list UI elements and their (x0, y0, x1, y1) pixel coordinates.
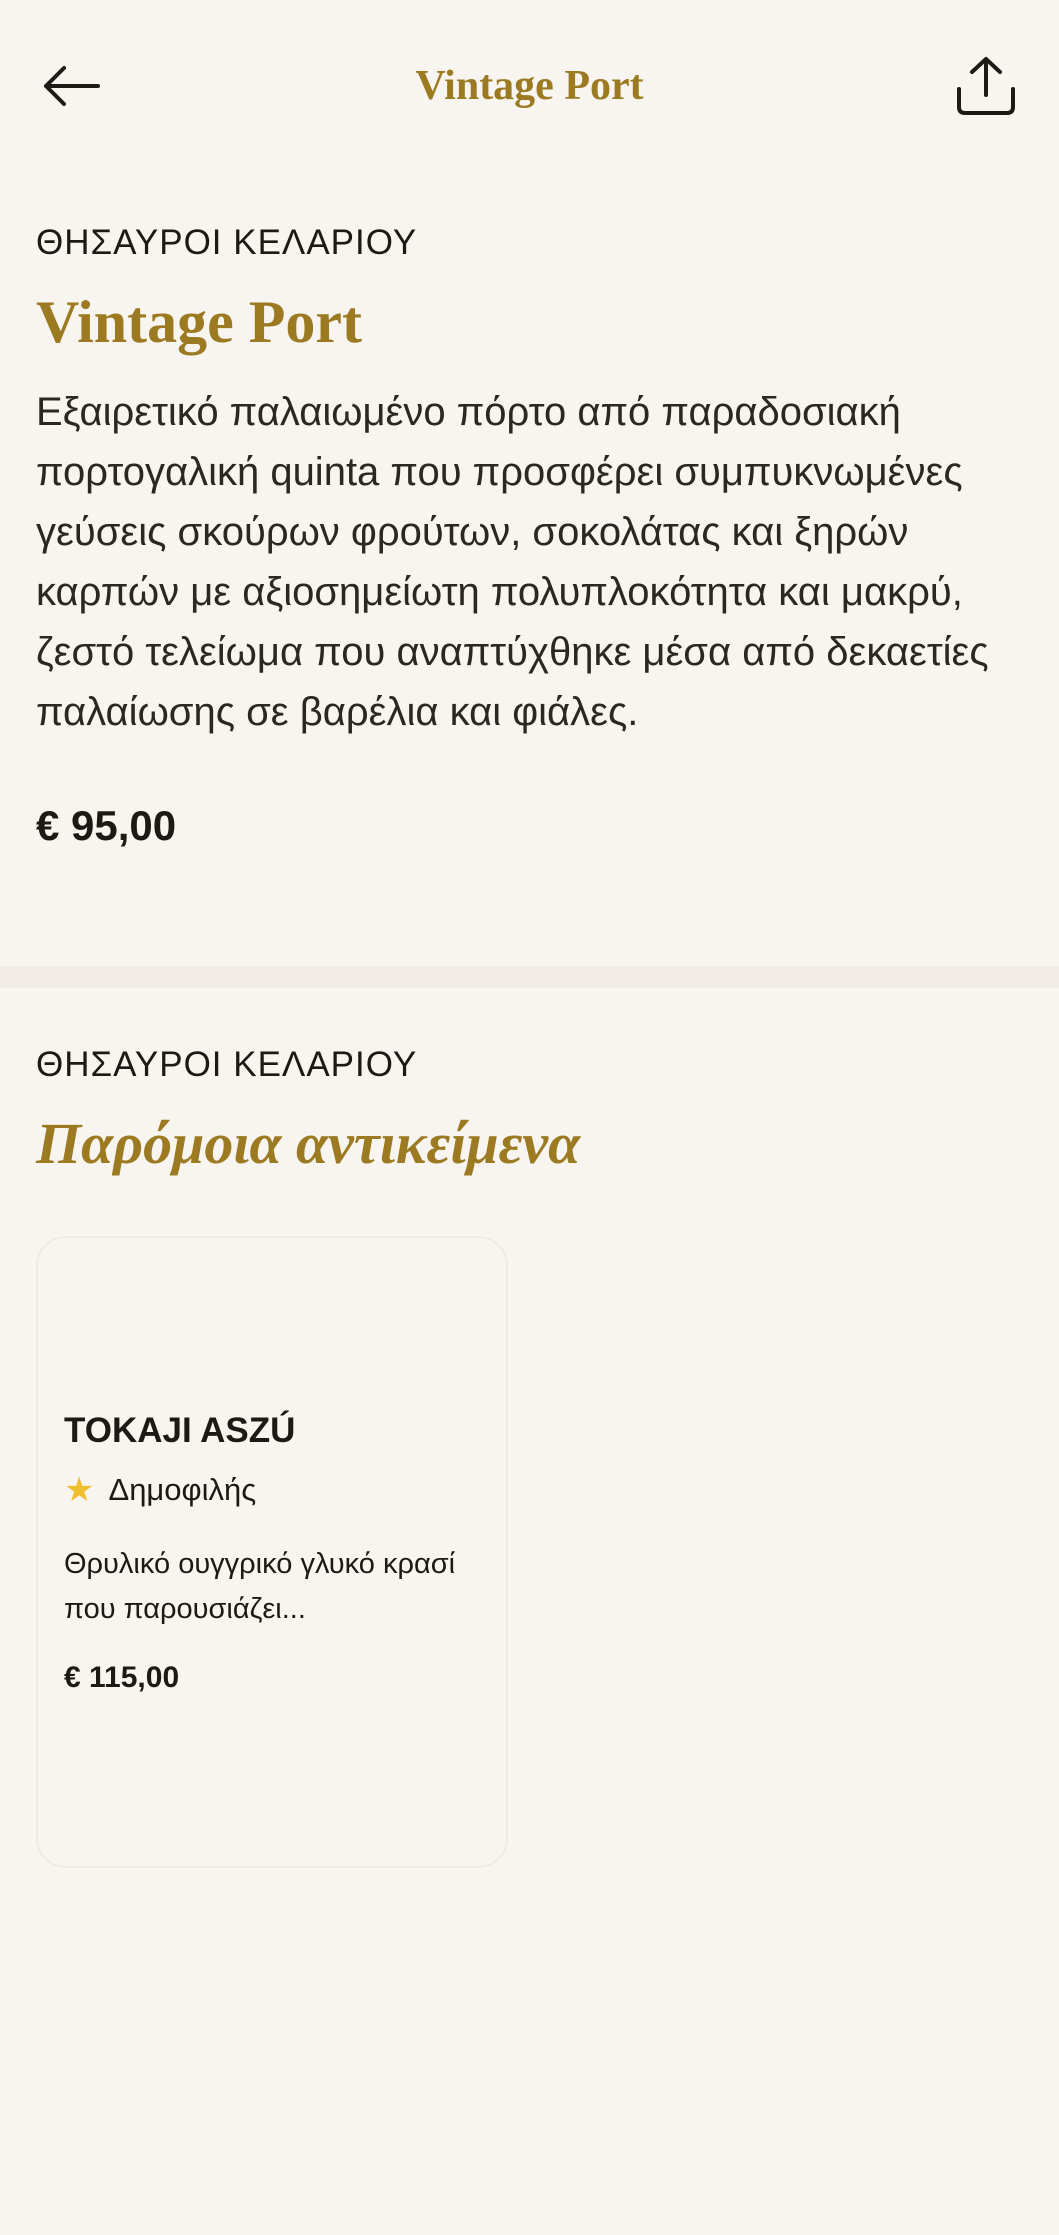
product-price: € 95,00 (36, 802, 177, 849)
similar-item-description: Θρυλικό ουγγρικό γλυκό κρασί που παρουσι… (64, 1548, 456, 1625)
popular-badge: ★ Δημοφιλής (64, 1468, 256, 1512)
similar-category-label: ΘΗΣΑΥΡΟΙ ΚΕΛΑΡΙΟΥ (36, 1045, 418, 1084)
similar-item-price: € 115,00 (64, 1661, 180, 1694)
product-details: ΘΗΣΑΥΡΟΙ ΚΕΛΑΡΙΟΥ Vintage Port Εξαιρετικ… (36, 218, 1026, 856)
similar-items-title: Παρόμοια αντικείμενα (36, 1111, 581, 1176)
app-bar-title: Vintage Port (415, 63, 644, 109)
popular-badge-label: Δημοφιλής (108, 1472, 257, 1507)
star-icon: ★ (64, 1471, 95, 1509)
similar-items-section: ΘΗΣΑΥΡΟΙ ΚΕΛΑΡΙΟΥ Παρόμοια αντικείμενα (36, 1040, 1026, 1184)
product-category-label: ΘΗΣΑΥΡΟΙ ΚΕΛΑΡΙΟΥ (36, 223, 418, 262)
top-app-bar: Vintage Port (0, 0, 1059, 170)
back-button[interactable] (36, 54, 106, 118)
share-icon (957, 57, 1015, 115)
similar-item-card[interactable]: TOKAJI ASZÚ ★ Δημοφιλής Θρυλικό ουγγρικό… (36, 1236, 508, 1868)
share-button[interactable] (950, 48, 1022, 124)
arrow-left-icon (44, 66, 100, 106)
similar-item-name: TOKAJI ASZÚ (64, 1411, 296, 1450)
product-description: Εξαιρετικό παλαιωμένο πόρτο από παραδοσι… (36, 390, 989, 734)
section-divider (0, 966, 1059, 988)
product-title: Vintage Port (36, 289, 363, 355)
